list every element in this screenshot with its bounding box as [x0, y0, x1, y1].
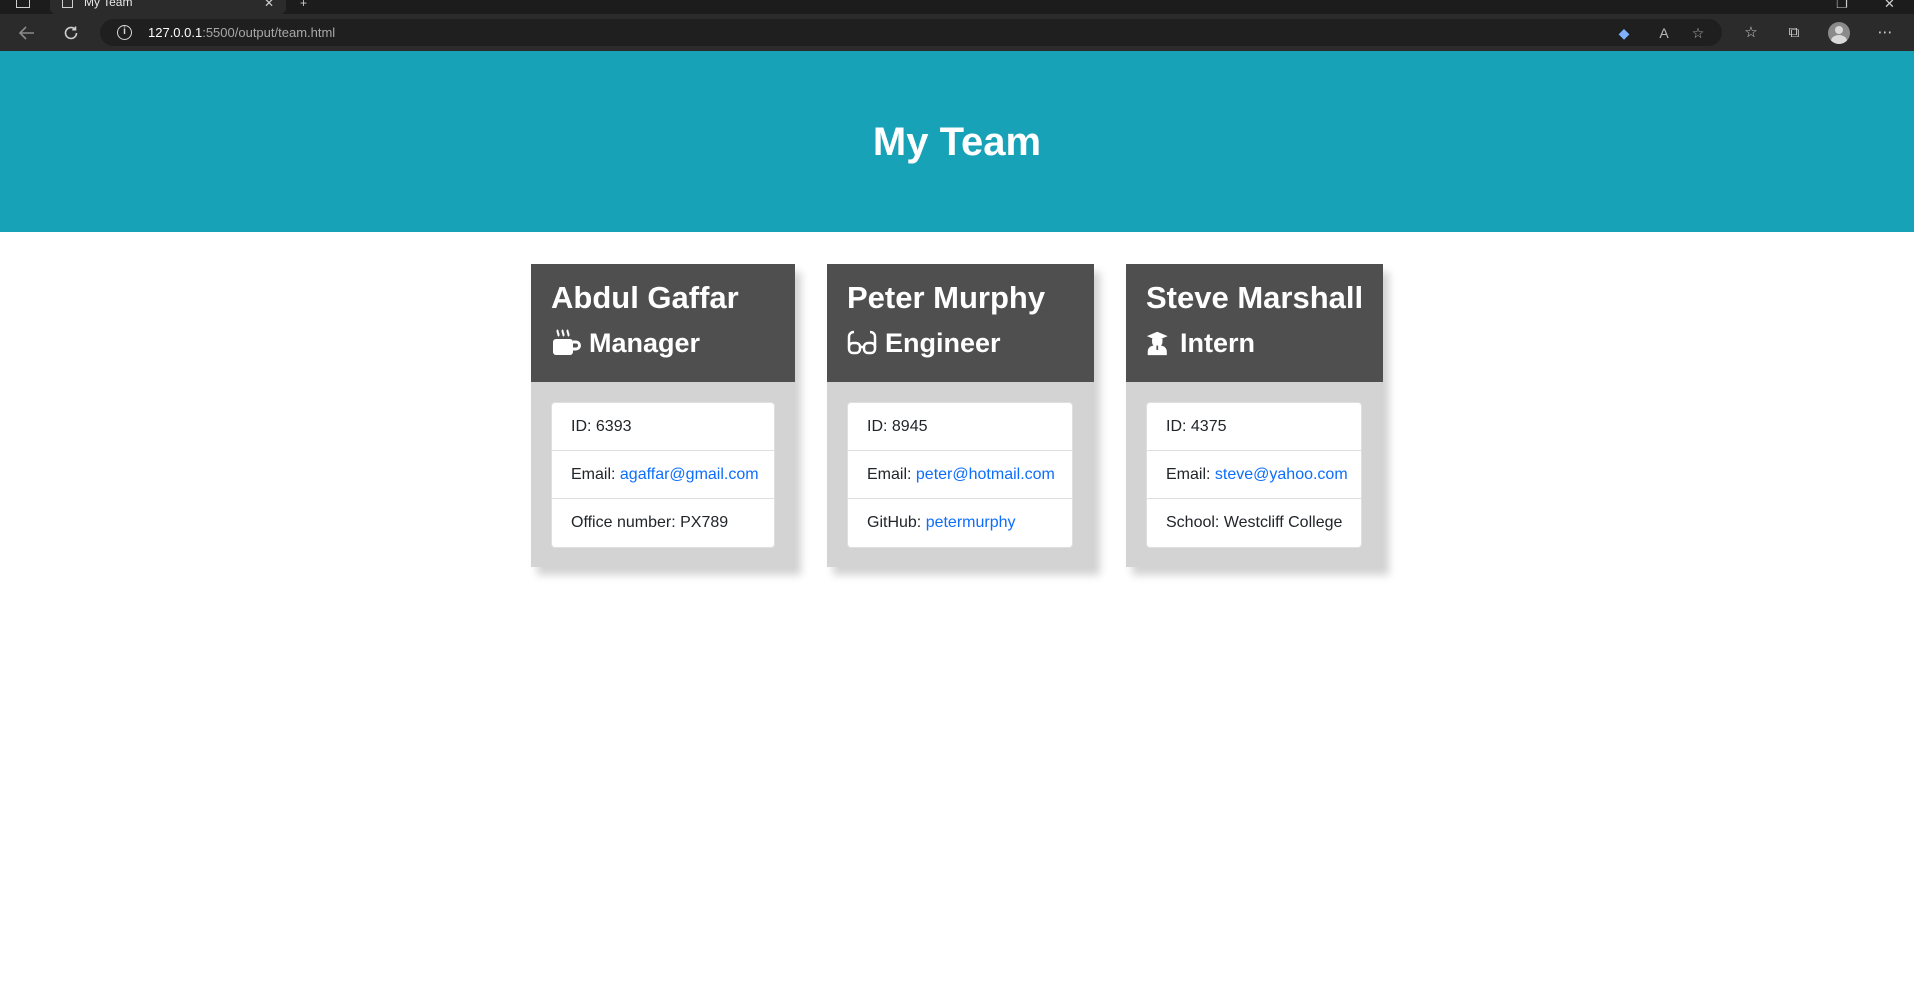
role-label: Intern: [1180, 328, 1256, 358]
price-tag-icon[interactable]: ◆: [1614, 23, 1634, 43]
employee-role: Manager: [551, 326, 700, 360]
new-tab-icon[interactable]: +: [300, 0, 307, 10]
employee-card-manager: Abdul Gaffar Manager ID: 6393 Email: aga…: [531, 264, 795, 567]
email-link[interactable]: peter@hotmail.com: [916, 466, 1055, 483]
employee-card-intern: Steve Marshall Intern ID: 4375 Email: st…: [1126, 264, 1383, 567]
github-link[interactable]: petermurphy: [926, 514, 1016, 531]
close-window-icon[interactable]: ✕: [1884, 0, 1895, 12]
page-title: My Team: [872, 120, 1042, 164]
close-icon[interactable]: ✕: [264, 0, 274, 10]
collections-icon[interactable]: ⧉: [1783, 22, 1805, 44]
card-header: Steve Marshall Intern: [1126, 264, 1383, 382]
page-icon: [62, 0, 73, 8]
office-number: PX789: [680, 514, 729, 531]
employee-name: Peter Murphy: [847, 280, 1046, 315]
card-header: Peter Murphy Engineer: [827, 264, 1094, 382]
address-bar[interactable]: i 127.0.0.1:5500/output/team.html ◆ A ☆: [100, 19, 1722, 46]
employee-role: Intern: [1146, 326, 1255, 360]
read-aloud-icon[interactable]: A: [1654, 23, 1674, 43]
arrow-left-icon: [18, 26, 34, 40]
employee-card-engineer: Peter Murphy Engineer ID: 8945 Email: pe…: [827, 264, 1094, 567]
card-header: Abdul Gaffar Manager: [531, 264, 795, 382]
employee-details-list: ID: 4375 Email: steve@yahoo.com School: …: [1146, 402, 1362, 548]
more-menu-icon[interactable]: ⋯: [1874, 22, 1896, 44]
refresh-icon: [64, 26, 78, 40]
role-label: Manager: [589, 328, 701, 358]
employee-details-list: ID: 6393 Email: agaffar@gmail.com Office…: [551, 402, 775, 548]
list-item-email: Email: peter@hotmail.com: [848, 451, 1072, 499]
employee-id: 6393: [595, 418, 632, 435]
email-link[interactable]: agaffar@gmail.com: [620, 466, 759, 483]
profile-avatar[interactable]: [1828, 22, 1850, 44]
role-label: Engineer: [885, 328, 1001, 358]
employee-name: Abdul Gaffar: [551, 280, 739, 315]
page-header: My Team: [0, 51, 1914, 232]
restore-icon[interactable]: ❐: [1836, 0, 1848, 12]
url-text: 127.0.0.1:5500/output/team.html: [148, 25, 336, 40]
mug-hot-icon: [553, 329, 581, 355]
list-item-school: School: Westcliff College: [1166, 514, 1343, 531]
tab-strip: My Team ✕ + ❐ ✕: [0, 0, 1914, 14]
email-link[interactable]: steve@yahoo.com: [1215, 466, 1348, 483]
list-item-id: ID: 6393: [552, 403, 774, 451]
employee-id: 8945: [891, 418, 928, 435]
list-item-office: Office number: PX789: [571, 514, 729, 531]
browser-toolbar: i 127.0.0.1:5500/output/team.html ◆ A ☆ …: [0, 14, 1914, 51]
user-graduate-icon: [1146, 331, 1168, 356]
workspaces-icon[interactable]: [16, 0, 30, 8]
employee-name: Steve Marshall: [1146, 280, 1364, 315]
favorite-star-icon[interactable]: ☆: [1688, 23, 1708, 43]
refresh-button[interactable]: [60, 22, 82, 44]
list-item-email: Email: agaffar@gmail.com: [552, 451, 774, 499]
school-name: Westcliff College: [1223, 514, 1343, 531]
list-item-email: Email: steve@yahoo.com: [1147, 451, 1361, 499]
tab-title: My Team: [84, 0, 133, 9]
employee-details-list: ID: 8945 Email: peter@hotmail.com GitHub…: [847, 402, 1073, 548]
favorites-icon[interactable]: ☆: [1740, 22, 1762, 44]
employee-id: 4375: [1190, 418, 1227, 435]
site-info-icon[interactable]: i: [117, 25, 132, 40]
back-button[interactable]: [16, 22, 38, 44]
list-item-id: ID: 8945: [848, 403, 1072, 451]
employee-role: Engineer: [847, 326, 1001, 360]
glasses-icon: [847, 330, 877, 355]
list-item-id: ID: 4375: [1147, 403, 1361, 451]
tab-active[interactable]: My Team ✕: [50, 0, 286, 14]
list-item-github: GitHub: petermurphy: [867, 514, 1016, 531]
